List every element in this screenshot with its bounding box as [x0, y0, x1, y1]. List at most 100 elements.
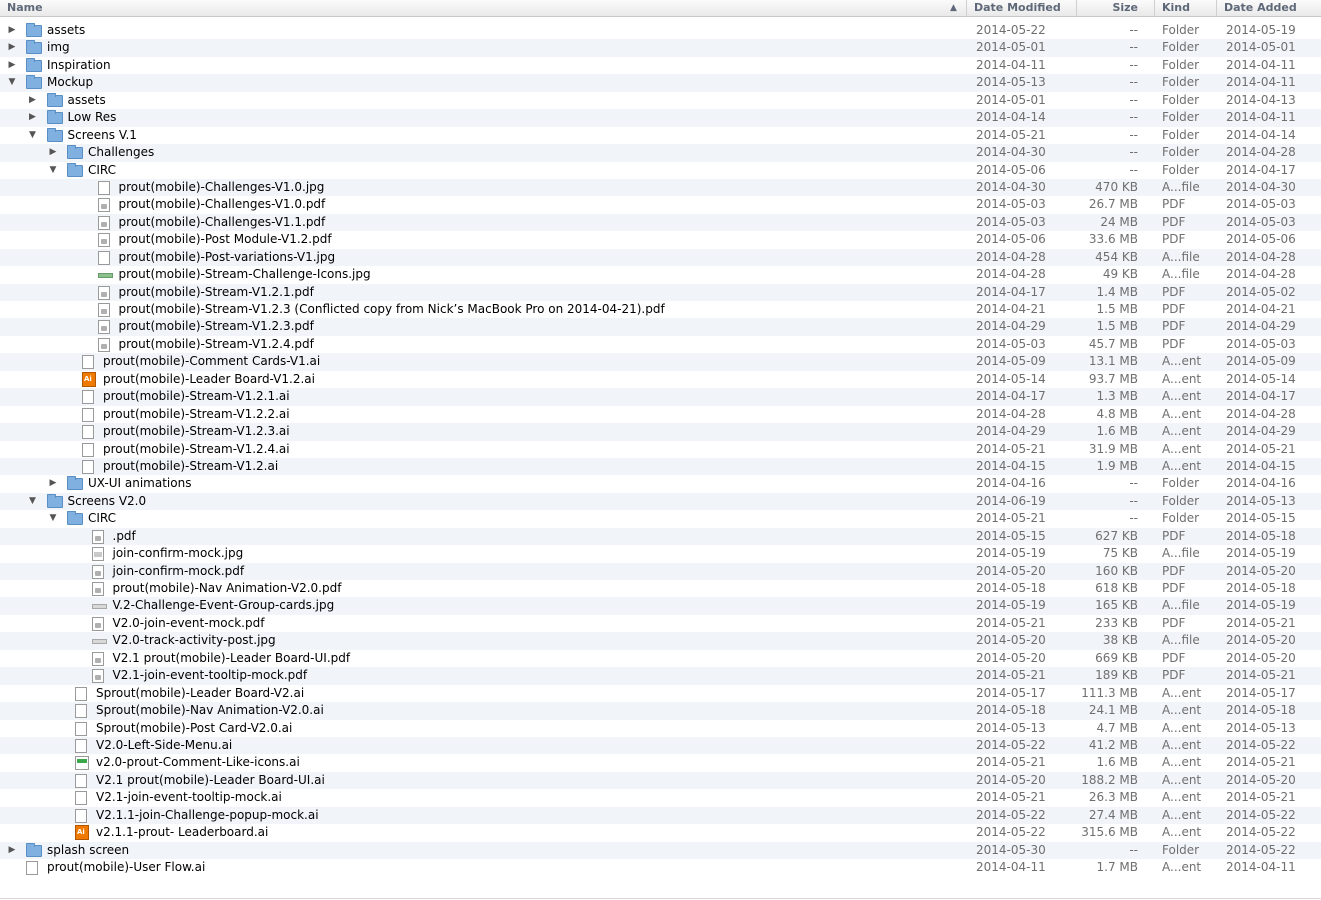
file-row[interactable]: prout(mobile)-Challenges-V1.0.jpg 2014-04… — [0, 178, 1321, 197]
file-row[interactable]: prout(mobile)-Leader Board-V1.2.ai 2014-0… — [0, 371, 1321, 388]
folder-row[interactable]: ▼ CIRC 2014-05-21 -- Folder 2014-05-15 — [0, 510, 1321, 527]
kind-cell: PDF — [1162, 319, 1186, 334]
date-added-cell: 2014-05-09 — [1226, 354, 1296, 369]
disclosure-closed-icon[interactable]: ▶ — [6, 57, 18, 74]
kind-cell: PDF — [1162, 563, 1186, 578]
name-cell: v2.1.1-prout- Leaderboard.ai — [0, 824, 966, 841]
file-row[interactable]: prout(mobile)-Stream-V1.2.1.ai 2014-04-17… — [0, 388, 1321, 406]
folder-row[interactable]: ▼ CIRC 2014-05-06 -- Folder 2014-04-17 — [0, 162, 1321, 179]
kind-cell: A...file — [1162, 633, 1200, 648]
kind-cell: A...ent — [1162, 720, 1202, 735]
disclosure-closed-icon[interactable]: ▶ — [27, 92, 39, 109]
folder-row[interactable]: ▶ UX-UI animations 2014-04-16 -- Folder 2014-… — [0, 475, 1321, 492]
column-header-size[interactable]: Size — [1076, 0, 1144, 17]
file-row[interactable]: V2.1 prout(mobile)-Leader Board-UI.ai 201… — [0, 771, 1321, 790]
file-row[interactable]: join-confirm-mock.pdf 2014-05-20 160 KB PDF… — [0, 562, 1321, 580]
file-row[interactable]: prout(mobile)-Nav Animation-V2.0.pdf 2014… — [0, 580, 1321, 597]
illustrator-file-icon — [75, 773, 87, 788]
file-row[interactable]: v2.0-prout-Comment-Like-icons.ai 2014-05-… — [0, 754, 1321, 771]
file-row[interactable]: prout(mobile)-Stream-V1.2.3.pdf 2014-04-2… — [0, 318, 1321, 336]
disclosure-closed-icon[interactable]: ▶ — [47, 475, 59, 492]
size-cell: 26.7 MB — [1088, 197, 1138, 212]
date-added-cell: 2014-05-13 — [1226, 720, 1296, 735]
folder-row[interactable]: ▶ Challenges 2014-04-30 -- Folder 2014-04-28 — [0, 144, 1321, 162]
file-row[interactable]: join-confirm-mock.jpg 2014-05-19 75 KB A...… — [0, 545, 1321, 562]
disclosure-open-icon[interactable]: ▼ — [47, 162, 59, 179]
file-row[interactable]: prout(mobile)-Challenges-V1.1.pdf 2014-05… — [0, 213, 1321, 232]
illustrator-file-icon — [82, 355, 94, 370]
file-row[interactable]: prout(mobile)-Stream-V1.2.ai 2014-04-15 1.… — [0, 457, 1321, 476]
date-added-cell: 2014-05-21 — [1226, 615, 1296, 630]
file-name: prout(mobile)-Stream-V1.2.3 (Conflicted … — [118, 302, 665, 316]
column-header-date-modified[interactable]: Date Modified — [966, 0, 1076, 17]
file-row[interactable]: V2.0-Left-Side-Menu.ai 2014-05-22 41.2 MB A… — [0, 736, 1321, 755]
file-row[interactable]: Sprout(mobile)-Leader Board-V2.ai 2014-05… — [0, 685, 1321, 702]
folder-row[interactable]: ▶ Low Res 2014-04-14 -- Folder 2014-04-11 — [0, 109, 1321, 127]
disclosure-open-icon[interactable]: ▼ — [27, 493, 39, 510]
file-name: V.2-Challenge-Event-Group-cards.jpg — [112, 598, 335, 613]
file-row[interactable]: prout(mobile)-Stream-V1.2.3.ai 2014-04-29… — [0, 423, 1321, 441]
file-row[interactable]: prout(mobile)-User Flow.ai 2014-04-11 1.7 … — [0, 859, 1321, 876]
column-header-date-added[interactable]: Date Added — [1216, 0, 1321, 17]
disclosure-closed-icon[interactable]: ▶ — [6, 22, 18, 39]
file-row[interactable]: V2.0-join-event-mock.pdf 2014-05-21 233 KB… — [0, 615, 1321, 632]
folder-row[interactable]: ▶ img 2014-05-01 -- Folder 2014-05-01 — [0, 39, 1321, 57]
disclosure-open-icon[interactable]: ▼ — [47, 510, 59, 527]
folder-row[interactable]: ▼ Screens V2.0 2014-06-19 -- Folder 2014-05-1… — [0, 492, 1321, 511]
date-added-cell: 2014-05-21 — [1226, 790, 1296, 805]
disclosure-closed-icon[interactable]: ▶ — [27, 109, 39, 126]
file-row[interactable]: .pdf 2014-05-15 627 KB PDF 2014-05-18 — [0, 527, 1321, 546]
file-row[interactable]: prout(mobile)-Comment Cards-V1.ai 2014-05… — [0, 353, 1321, 371]
date-modified-cell: 2014-05-21 — [976, 441, 1046, 456]
folder-row[interactable]: ▶ splash screen 2014-05-30 -- Folder 2014-05-… — [0, 841, 1321, 859]
file-row[interactable]: prout(mobile)-Stream-V1.2.2.ai 2014-04-28… — [0, 406, 1321, 423]
file-row[interactable]: prout(mobile)-Post-variations-V1.jpg 2014… — [0, 248, 1321, 267]
file-name: Screens V.1 — [67, 127, 137, 142]
folder-row[interactable]: ▼ Screens V.1 2014-05-21 -- Folder 2014-04-14 — [0, 127, 1321, 144]
pdf-file-icon — [97, 198, 110, 213]
file-row[interactable]: V.2-Challenge-Event-Group-cards.jpg 2014-… — [0, 597, 1321, 615]
file-row[interactable]: V2.1.1-join-Challenge-popup-mock.ai 2014-… — [0, 806, 1321, 825]
illustrator-file-icon — [75, 808, 87, 823]
column-header-kind[interactable]: Kind — [1154, 0, 1216, 17]
file-row[interactable]: V2.1-join-event-tooltip-mock.ai 2014-05-2… — [0, 789, 1321, 806]
file-row[interactable]: Sprout(mobile)-Post Card-V2.0.ai 2014-05-… — [0, 720, 1321, 737]
disclosure-open-icon[interactable]: ▼ — [27, 127, 39, 144]
file-row[interactable]: V2.1 prout(mobile)-Leader Board-UI.pdf 20… — [0, 650, 1321, 667]
file-row[interactable]: prout(mobile)-Stream-V1.2.3 (Conflicted … — [0, 301, 1321, 318]
kind-cell: A...ent — [1162, 424, 1202, 439]
file-row[interactable]: v2.1.1-prout- Leaderboard.ai 2014-05-22 31… — [0, 824, 1321, 841]
file-row[interactable]: V2.1-join-event-tooltip-mock.pdf 2014-05-… — [0, 667, 1321, 685]
file-row[interactable]: prout(mobile)-Stream-V1.2.4.ai 2014-05-21… — [0, 441, 1321, 458]
kind-cell: A...ent — [1162, 860, 1202, 874]
disclosure-closed-icon[interactable]: ▶ — [6, 842, 18, 859]
size-cell: 1.7 MB — [1096, 860, 1138, 874]
file-row[interactable]: prout(mobile)-Challenges-V1.0.pdf 2014-05… — [0, 196, 1321, 213]
folder-row[interactable]: ▼ Mockup 2014-05-13 -- Folder 2014-04-11 — [0, 74, 1321, 92]
kind-cell: Folder — [1162, 92, 1200, 107]
file-name: Inspiration — [47, 57, 111, 72]
date-added-cell: 2014-05-03 — [1226, 336, 1296, 351]
size-cell: 93.7 MB — [1088, 371, 1138, 386]
date-added-cell: 2014-05-21 — [1226, 668, 1296, 683]
file-row[interactable]: V2.0-track-activity-post.jpg 2014-05-20 38… — [0, 632, 1321, 650]
disclosure-closed-icon[interactable]: ▶ — [6, 39, 18, 56]
kind-cell: A...file — [1162, 598, 1200, 613]
disclosure-closed-icon[interactable]: ▶ — [47, 144, 59, 161]
file-row[interactable]: prout(mobile)-Stream-V1.2.4.pdf 2014-05-0… — [0, 336, 1321, 353]
file-row[interactable]: prout(mobile)-Stream-Challenge-Icons.jpg… — [0, 266, 1321, 283]
folder-row[interactable]: ▶ Inspiration 2014-04-11 -- Folder 2014-04-11 — [0, 57, 1321, 74]
date-modified-cell: 2014-05-21 — [976, 790, 1046, 805]
file-row[interactable]: prout(mobile)-Post Module-V1.2.pdf 2014-0… — [0, 231, 1321, 248]
date-modified-cell: 2014-05-22 — [976, 807, 1046, 822]
kind-cell: A...ent — [1162, 371, 1202, 386]
disclosure-open-icon[interactable]: ▼ — [6, 74, 18, 91]
folder-row[interactable]: ▶ assets 2014-05-22 -- Folder 2014-05-19 — [0, 22, 1321, 39]
column-header-name[interactable]: Name — [0, 0, 966, 17]
kind-cell: A...ent — [1162, 737, 1202, 752]
date-added-cell: 2014-05-22 — [1226, 807, 1296, 822]
folder-row[interactable]: ▶ assets 2014-05-01 -- Folder 2014-04-13 — [0, 92, 1321, 109]
file-row[interactable]: Sprout(mobile)-Nav Animation-V2.0.ai 2014… — [0, 702, 1321, 720]
file-name: V2.1.1-join-Challenge-popup-mock.ai — [96, 807, 319, 822]
file-row[interactable]: prout(mobile)-Stream-V1.2.1.pdf 2014-04-1… — [0, 283, 1321, 301]
